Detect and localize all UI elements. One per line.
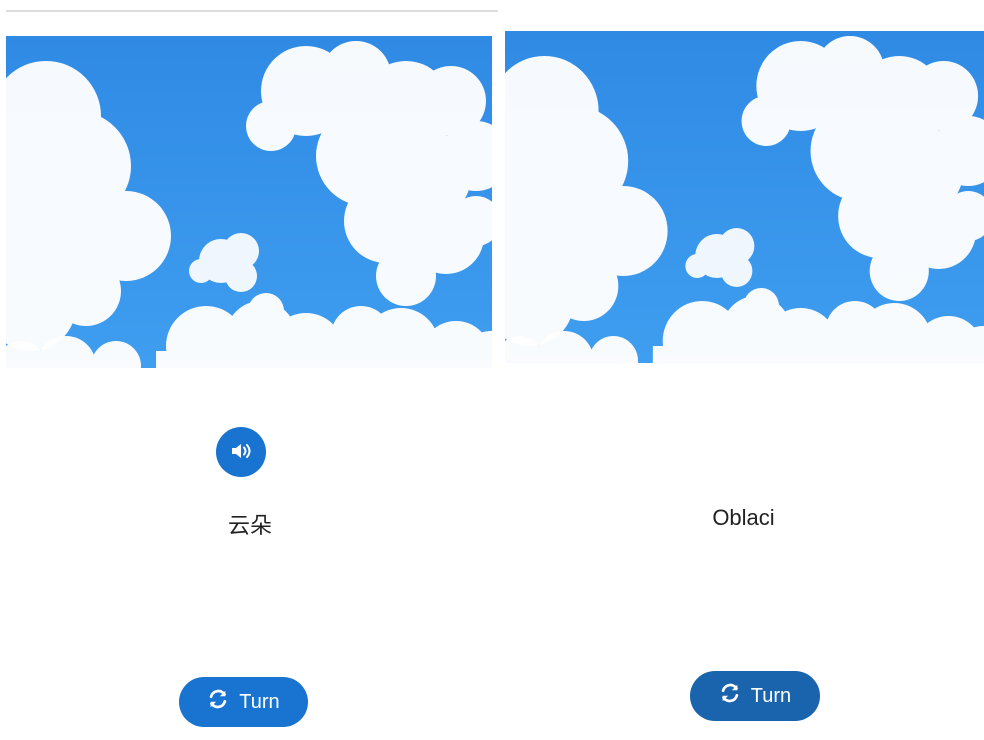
turn-button-label: Turn bbox=[750, 684, 792, 707]
translated-word: Oblaci bbox=[712, 505, 775, 530]
turn-button-label: Turn bbox=[239, 690, 280, 713]
turn-card-button[interactable]: Turn bbox=[690, 671, 820, 721]
refresh-icon bbox=[719, 682, 741, 710]
refresh-icon bbox=[207, 688, 229, 716]
turn-card-button[interactable]: Turn bbox=[179, 677, 308, 727]
back-flashcard: Oblaci Turn bbox=[503, 0, 984, 740]
play-audio-button[interactable] bbox=[216, 427, 266, 477]
clouds-image bbox=[6, 36, 492, 368]
clouds-image bbox=[505, 31, 984, 363]
speaker-icon bbox=[229, 439, 253, 466]
front-flashcard: 云朵 Turn bbox=[0, 0, 500, 740]
chinese-word: 云朵 bbox=[227, 514, 272, 539]
top-divider bbox=[6, 10, 498, 12]
